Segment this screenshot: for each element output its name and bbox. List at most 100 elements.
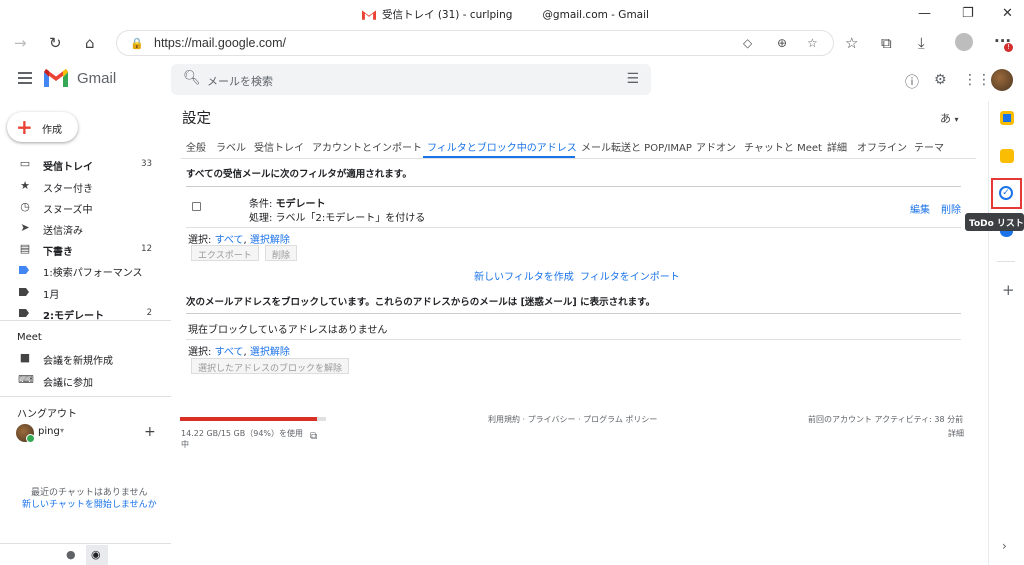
draft-icon: ▤: [19, 242, 31, 255]
unread-count: 33: [141, 159, 152, 169]
compose-button[interactable]: + 作成: [7, 112, 78, 142]
add-addon-icon[interactable]: +: [1002, 281, 1015, 299]
sidebar-item-label-search[interactable]: 1:検索パフォーマンス: [0, 260, 160, 280]
tasks-tooltip: ToDo リスト: [965, 213, 1024, 231]
chevron-down-icon: ▾: [954, 115, 959, 124]
apps-grid-icon[interactable]: ⋮⋮: [963, 72, 991, 88]
sidebar-item-snoozed[interactable]: ◷ スヌーズ中: [0, 197, 160, 217]
favorites-icon[interactable]: ☆: [845, 34, 858, 52]
sidebar-item-label: 送信済み: [43, 226, 83, 237]
import-filter-link[interactable]: フィルタをインポート: [580, 268, 680, 283]
window-title-right: @gmail.com - Gmail: [542, 8, 649, 21]
compose-plus-icon: +: [16, 115, 33, 139]
search-icon[interactable]: 🔍︎: [183, 70, 201, 86]
unblock-button[interactable]: 選択したアドレスのブロックを解除: [191, 358, 350, 374]
chat-bubble-icon[interactable]: ◉: [91, 548, 101, 561]
chevron-right-icon[interactable]: ›: [1002, 539, 1007, 553]
search-bar[interactable]: 🔍︎ メールを検索 ☰: [171, 64, 651, 95]
account-avatar[interactable]: [991, 69, 1013, 91]
tab-general[interactable]: 全般: [186, 139, 206, 154]
chevron-down-icon[interactable]: ▾: [60, 426, 64, 435]
profile-icon[interactable]: [955, 33, 973, 51]
meet-heading: Meet: [17, 332, 42, 343]
help-icon[interactable]: ⓘ: [905, 72, 919, 92]
terms-links[interactable]: 利用規約 · プライバシー · プログラム ポリシー: [488, 414, 657, 425]
start-chat-link[interactable]: 新しいチャットを開始しませんか: [22, 497, 157, 510]
sidebar-item-label: 1:検索パフォーマンス: [43, 268, 143, 279]
hangouts-user[interactable]: ping: [38, 426, 60, 437]
reload-icon[interactable]: ↻: [49, 34, 62, 52]
tasks-icon[interactable]: ✓: [999, 186, 1013, 200]
filter-checkbox[interactable]: [192, 202, 201, 211]
maximize-icon[interactable]: ❐: [962, 6, 974, 21]
sidebar-divider: [0, 396, 171, 397]
sidebar-item-sent[interactable]: ➤ 送信済み: [0, 218, 160, 238]
filters-heading: すべての受信メールに次のフィルタが適用されます。: [186, 169, 412, 180]
back-icon[interactable]: →: [14, 34, 27, 52]
edit-filter-link[interactable]: 編集: [910, 201, 930, 216]
lock-icon: 🔒: [130, 37, 144, 50]
tab-forwarding[interactable]: メール転送と POP/IMAP: [581, 139, 692, 154]
delete-button[interactable]: 削除: [265, 245, 298, 261]
draft-count: 12: [141, 244, 152, 254]
select-none-link[interactable]: 選択解除: [250, 347, 290, 358]
search-input[interactable]: メールを検索: [207, 73, 273, 89]
calendar-icon[interactable]: [1000, 111, 1014, 125]
window-title-bar: 受信トレイ (31) - curlping @gmail.com - Gmail…: [0, 0, 1024, 27]
storage-text-suffix: 中: [181, 440, 189, 449]
sidebar-item-starred[interactable]: ★ スター付き: [0, 176, 160, 196]
hangouts-heading: ハングアウト: [17, 409, 77, 420]
url-text: https://mail.google.com/: [154, 36, 287, 50]
sidebar-item-label: スター付き: [43, 184, 93, 195]
delete-filter-link[interactable]: 削除: [941, 201, 961, 216]
sidebar-divider: [0, 543, 171, 544]
favorite-add-icon[interactable]: ☆: [807, 36, 818, 50]
tab-chat-meet[interactable]: チャットと Meet: [744, 139, 822, 154]
no-blocked-text: 現在ブロックしているアドレスはありません: [188, 325, 388, 336]
create-filter-link[interactable]: 新しいフィルタを作成: [474, 268, 574, 283]
input-tools-select[interactable]: あ ▾: [940, 110, 959, 126]
tab-themes[interactable]: テーマ: [914, 139, 944, 154]
meet-new-meeting[interactable]: ■ 会議を新規作成: [0, 348, 160, 368]
star-icon: ★: [20, 179, 30, 192]
minimize-icon[interactable]: —: [918, 6, 931, 21]
tab-filters[interactable]: フィルタとブロック中のアドレス: [427, 139, 577, 154]
close-icon[interactable]: ✕: [1002, 6, 1013, 21]
tab-advanced[interactable]: 詳細: [827, 139, 847, 154]
meet-join-label: 会議に参加: [43, 378, 93, 389]
block-divider: [186, 339, 961, 340]
downloads-icon[interactable]: ⤓: [918, 34, 925, 52]
export-button[interactable]: エクスポート: [191, 245, 259, 261]
compose-label: 作成: [42, 125, 62, 136]
alert-badge: !: [1004, 43, 1013, 52]
tab-accounts[interactable]: アカウントとインポート: [312, 139, 422, 154]
storage-bar-fill: [180, 417, 318, 421]
tab-offline[interactable]: オフライン: [857, 139, 907, 154]
tab-addons[interactable]: アドオン: [696, 139, 736, 154]
search-options-icon[interactable]: ☰: [626, 71, 639, 87]
reader-icon[interactable]: ◇: [743, 36, 752, 50]
settings-gear-icon[interactable]: ⚙: [934, 72, 947, 88]
tab-labels[interactable]: ラベル: [216, 139, 246, 154]
hangouts-avatar[interactable]: [16, 424, 35, 443]
open-storage-icon[interactable]: ⧉: [310, 431, 317, 442]
sidebar-item-inbox[interactable]: ▭ 受信トレイ 33: [0, 154, 160, 174]
add-chat-icon[interactable]: +: [144, 424, 156, 440]
home-icon[interactable]: ⌂: [85, 34, 95, 52]
input-tools-label: あ: [940, 112, 951, 125]
activity-details-link[interactable]: 詳細: [948, 428, 964, 439]
active-tab-indicator: [423, 156, 575, 158]
tab-inbox[interactable]: 受信トレイ: [254, 139, 304, 154]
collections-icon[interactable]: ⧉: [881, 34, 892, 52]
block-select-row: 選択: すべて, 選択解除: [188, 343, 290, 358]
main-menu-icon[interactable]: [18, 72, 32, 87]
person-icon[interactable]: ●: [66, 548, 76, 561]
zoom-icon[interactable]: ⊕: [777, 36, 787, 50]
select-all-link[interactable]: すべて: [215, 347, 244, 358]
sidebar-item-label-january[interactable]: 1月: [0, 282, 160, 302]
keep-icon[interactable]: [1000, 149, 1014, 163]
select-label: 選択:: [188, 347, 215, 358]
meet-join-meeting[interactable]: ⌨ 会議に参加: [0, 370, 160, 390]
sidebar-item-drafts[interactable]: ▤ 下書き 12: [0, 239, 160, 259]
address-bar[interactable]: 🔒 https://mail.google.com/ ◇ ⊕ ☆: [116, 30, 834, 56]
